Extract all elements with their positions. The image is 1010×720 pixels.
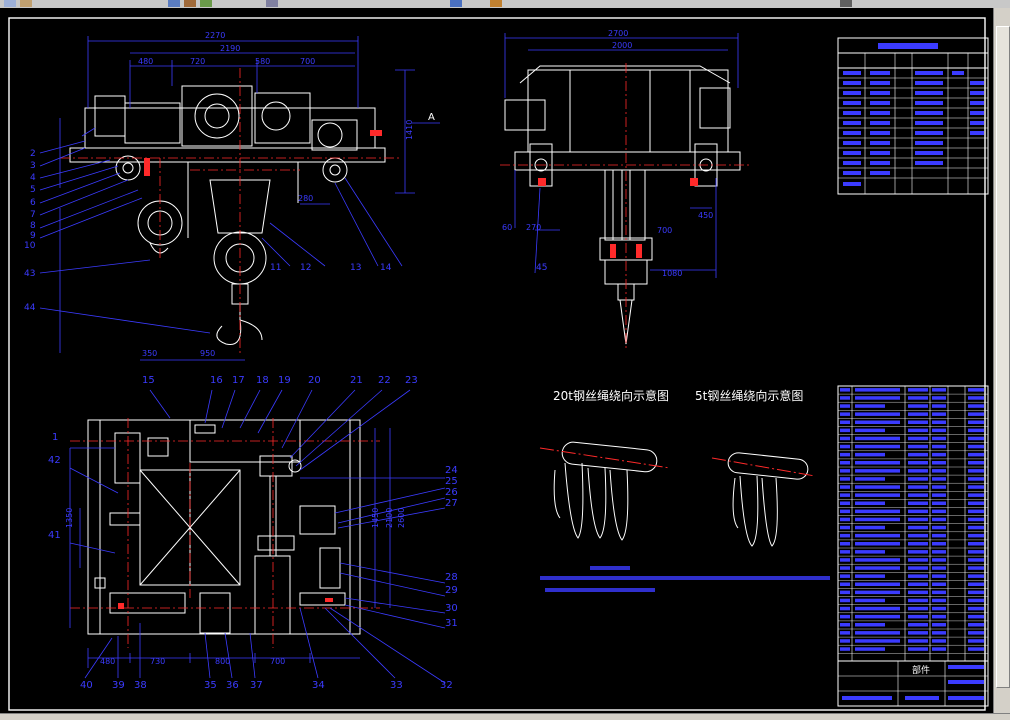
svg-text:11: 11 xyxy=(270,263,281,273)
svg-text:37: 37 xyxy=(250,680,263,691)
svg-text:28: 28 xyxy=(445,572,458,583)
svg-text:24: 24 xyxy=(445,465,458,476)
svg-text:1: 1 xyxy=(52,432,58,443)
svg-text:9: 9 xyxy=(30,231,36,241)
svg-text:26: 26 xyxy=(445,487,458,498)
section-arrow-label: A xyxy=(428,112,435,123)
svg-text:36: 36 xyxy=(226,680,239,691)
svg-text:580: 580 xyxy=(255,57,270,66)
svg-text:730: 730 xyxy=(150,657,165,666)
zoom-icon[interactable] xyxy=(20,0,32,7)
vertical-scrollbar[interactable] xyxy=(993,8,1010,713)
svg-text:32: 32 xyxy=(440,680,453,691)
svg-text:14: 14 xyxy=(380,263,392,273)
svg-text:280: 280 xyxy=(298,194,313,203)
svg-text:44: 44 xyxy=(24,303,36,313)
svg-text:2600: 2600 xyxy=(397,508,406,528)
svg-text:23: 23 xyxy=(405,375,418,386)
title-block-label: 部件 xyxy=(912,664,930,676)
svg-text:17: 17 xyxy=(232,375,245,386)
svg-text:2270: 2270 xyxy=(205,31,225,40)
layer-icon[interactable] xyxy=(450,0,462,7)
svg-text:2: 2 xyxy=(30,149,36,159)
pointer-icon[interactable] xyxy=(4,0,16,7)
svg-text:15: 15 xyxy=(142,375,155,386)
pan-icon[interactable] xyxy=(168,0,180,7)
svg-text:43: 43 xyxy=(24,269,35,279)
svg-text:800: 800 xyxy=(215,657,230,666)
svg-text:480: 480 xyxy=(100,657,115,666)
svg-text:19: 19 xyxy=(278,375,291,386)
svg-text:39: 39 xyxy=(112,680,125,691)
svg-text:700: 700 xyxy=(300,57,315,66)
svg-text:1080: 1080 xyxy=(662,269,682,278)
svg-text:27: 27 xyxy=(445,498,458,509)
svg-text:21: 21 xyxy=(350,375,363,386)
svg-text:2700: 2700 xyxy=(608,29,628,38)
svg-text:270: 270 xyxy=(526,223,541,232)
svg-text:1450: 1450 xyxy=(371,508,380,528)
caption-5t-rope: 5t钢丝绳绕向示意图 xyxy=(695,388,803,403)
svg-text:7: 7 xyxy=(30,210,36,220)
redo-icon[interactable] xyxy=(200,0,212,7)
svg-text:8: 8 xyxy=(30,221,36,231)
svg-text:22: 22 xyxy=(378,375,391,386)
svg-text:950: 950 xyxy=(200,349,215,358)
svg-text:42: 42 xyxy=(48,455,61,466)
svg-text:1350: 1350 xyxy=(65,508,74,528)
svg-text:12: 12 xyxy=(300,263,311,273)
svg-text:29: 29 xyxy=(445,585,458,596)
svg-text:1410: 1410 xyxy=(405,120,414,140)
caption-20t-rope: 20t钢丝绳绕向示意图 xyxy=(553,388,669,403)
svg-text:5: 5 xyxy=(30,185,36,195)
svg-text:60: 60 xyxy=(502,223,512,232)
svg-text:10: 10 xyxy=(24,241,36,251)
svg-text:6: 6 xyxy=(30,198,36,208)
svg-text:38: 38 xyxy=(134,680,147,691)
undo-icon[interactable] xyxy=(184,0,196,7)
svg-text:350: 350 xyxy=(142,349,157,358)
help-icon[interactable] xyxy=(840,0,852,7)
svg-text:700: 700 xyxy=(270,657,285,666)
svg-text:31: 31 xyxy=(445,618,458,629)
svg-text:720: 720 xyxy=(190,57,205,66)
svg-text:16: 16 xyxy=(210,375,223,386)
properties-icon[interactable] xyxy=(490,0,502,7)
cad-drawing-canvas[interactable]: 2270 2190 480 720 580 700 280 1410 350 9… xyxy=(0,8,993,713)
svg-text:25: 25 xyxy=(445,476,458,487)
svg-text:33: 33 xyxy=(390,680,403,691)
svg-text:480: 480 xyxy=(138,57,153,66)
svg-text:40: 40 xyxy=(80,680,93,691)
svg-text:700: 700 xyxy=(657,226,672,235)
svg-text:35: 35 xyxy=(204,680,217,691)
svg-text:450: 450 xyxy=(698,211,713,220)
svg-text:4: 4 xyxy=(30,173,36,183)
svg-text:13: 13 xyxy=(350,263,361,273)
print-icon[interactable] xyxy=(266,0,278,7)
svg-text:2000: 2000 xyxy=(612,41,632,50)
svg-text:2190: 2190 xyxy=(220,44,240,53)
svg-text:18: 18 xyxy=(256,375,269,386)
svg-text:30: 30 xyxy=(445,603,458,614)
svg-text:34: 34 xyxy=(312,680,325,691)
scrollbar-thumb[interactable] xyxy=(996,26,1010,688)
svg-text:3: 3 xyxy=(30,161,36,171)
svg-text:41: 41 xyxy=(48,530,61,541)
svg-text:20: 20 xyxy=(308,375,321,386)
svg-text:2100: 2100 xyxy=(385,508,394,528)
svg-text:45: 45 xyxy=(536,263,547,273)
